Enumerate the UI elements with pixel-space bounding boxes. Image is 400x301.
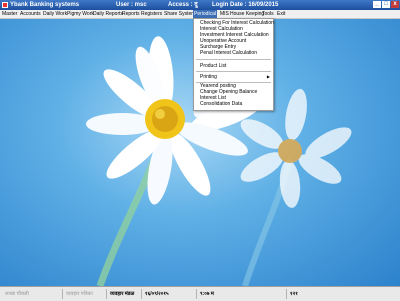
minimize-button[interactable]: _ — [373, 1, 381, 8]
menu-exit[interactable]: Exit — [276, 10, 286, 18]
status-transaction-board: व्यवहार मंडळ — [106, 289, 141, 299]
menu-registers[interactable]: Registers — [140, 10, 163, 18]
menu-item-product-list[interactable]: Product List — [200, 63, 226, 69]
menu-master[interactable]: Master — [1, 10, 18, 18]
menu-pigmy-work[interactable]: Pigmy Work — [66, 10, 95, 18]
submenu-arrow-icon: ▶ — [266, 74, 270, 79]
status-transaction-sheet: व्यवहार पत्रिका — [62, 289, 106, 299]
menu-accounts[interactable]: Accounts — [19, 10, 42, 18]
user-label: User : msc — [116, 2, 147, 8]
window-title: Ybank Banking systems — [10, 2, 80, 8]
status-branch: शाखा चौकडी — [5, 291, 29, 297]
menu-daily-work[interactable]: Daily Work — [42, 10, 68, 18]
menu-item-printing[interactable]: Printing — [200, 74, 217, 80]
title-bar: Ybank Banking systems User : msc Access … — [0, 0, 400, 10]
menu-separator — [196, 59, 271, 60]
menu-reports[interactable]: Reports — [121, 10, 141, 18]
menu-separator — [196, 71, 271, 72]
menu-item-consolidation-data[interactable]: Consolidation Data — [200, 101, 242, 107]
menu-daily-reports[interactable]: Daily Reports — [92, 10, 124, 18]
menu-periodical[interactable]: Periodical — [193, 10, 217, 18]
maximize-button[interactable]: □ — [382, 1, 390, 8]
app-icon — [2, 2, 8, 8]
menu-house-keeping[interactable]: House Keeping — [229, 10, 265, 18]
close-button[interactable]: x — [391, 1, 399, 8]
login-date-label: Login Date : 16/09/2015 — [212, 2, 279, 8]
status-time: ९:०७ म — [196, 289, 286, 299]
status-bar: शाखा चौकडी व्यवहार पत्रिका व्यवहार मंडळ … — [0, 286, 400, 301]
periodical-dropdown-menu: Checking For Interest Calculation Intere… — [193, 18, 274, 111]
window-controls: _ □ x — [372, 1, 399, 8]
access-label: Access : दु — [168, 2, 198, 8]
status-date: १६/०९/२०१५ — [141, 289, 196, 299]
menu-share-system[interactable]: Share System — [163, 10, 196, 18]
menu-item-penal-interest[interactable]: Penal Interest Calculation — [200, 50, 257, 56]
menu-tools[interactable]: Tools — [261, 10, 275, 18]
status-count: १२१ — [286, 289, 398, 299]
